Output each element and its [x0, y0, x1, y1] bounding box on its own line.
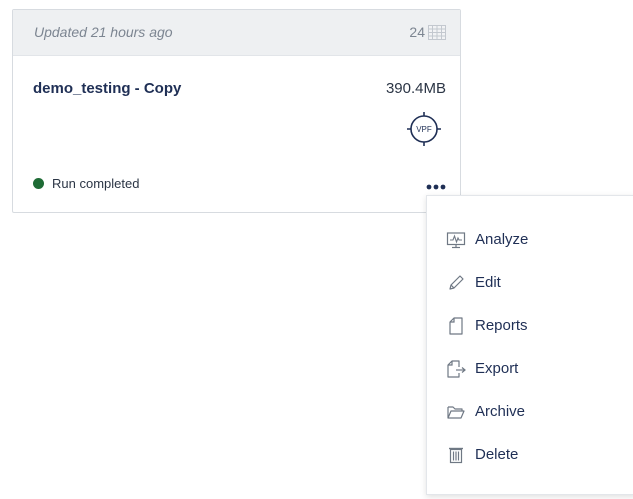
project-name[interactable]: demo_testing - Copy	[33, 80, 181, 97]
trash-icon	[446, 445, 466, 465]
menu-label-delete: Delete	[475, 446, 519, 463]
reports-icon	[446, 316, 466, 336]
vpf-target-icon: VPF	[405, 110, 443, 148]
menu-item-edit[interactable]: Edit	[427, 263, 633, 303]
pencil-icon	[446, 273, 466, 293]
menu-item-export[interactable]: Export	[427, 349, 633, 389]
project-size: 390.4MB	[385, 80, 446, 97]
more-options-button[interactable]	[423, 180, 449, 194]
menu-item-reports[interactable]: Reports	[427, 306, 633, 346]
run-count-value: 24	[409, 24, 425, 40]
menu-label-analyze: Analyze	[475, 231, 529, 248]
menu-label-archive: Archive	[475, 403, 526, 420]
analyze-icon	[446, 230, 466, 250]
updated-time: Updated 21 hours ago	[34, 24, 173, 40]
vpf-badge-text: VPF	[416, 125, 432, 134]
menu-item-delete[interactable]: Delete	[427, 435, 633, 475]
menu-label-export: Export	[475, 360, 519, 377]
status-dot	[33, 178, 44, 189]
run-count: 24	[409, 24, 446, 40]
status-text: Run completed	[52, 176, 140, 191]
menu-label-edit: Edit	[475, 274, 501, 291]
context-menu: Analyze Edit Reports Export Archive Dele…	[426, 195, 633, 495]
calendar-grid-icon	[428, 24, 446, 40]
card-header: Updated 21 hours ago 24	[13, 10, 460, 56]
project-card[interactable]: Updated 21 hours ago 24 demo_testing - C…	[12, 9, 461, 213]
run-status: Run completed	[33, 176, 139, 191]
menu-item-analyze[interactable]: Analyze	[427, 220, 633, 260]
ellipsis-icon	[426, 184, 446, 190]
menu-label-reports: Reports	[475, 317, 528, 334]
menu-item-archive[interactable]: Archive	[427, 392, 633, 432]
folder-icon	[446, 402, 466, 422]
export-icon	[446, 359, 466, 379]
